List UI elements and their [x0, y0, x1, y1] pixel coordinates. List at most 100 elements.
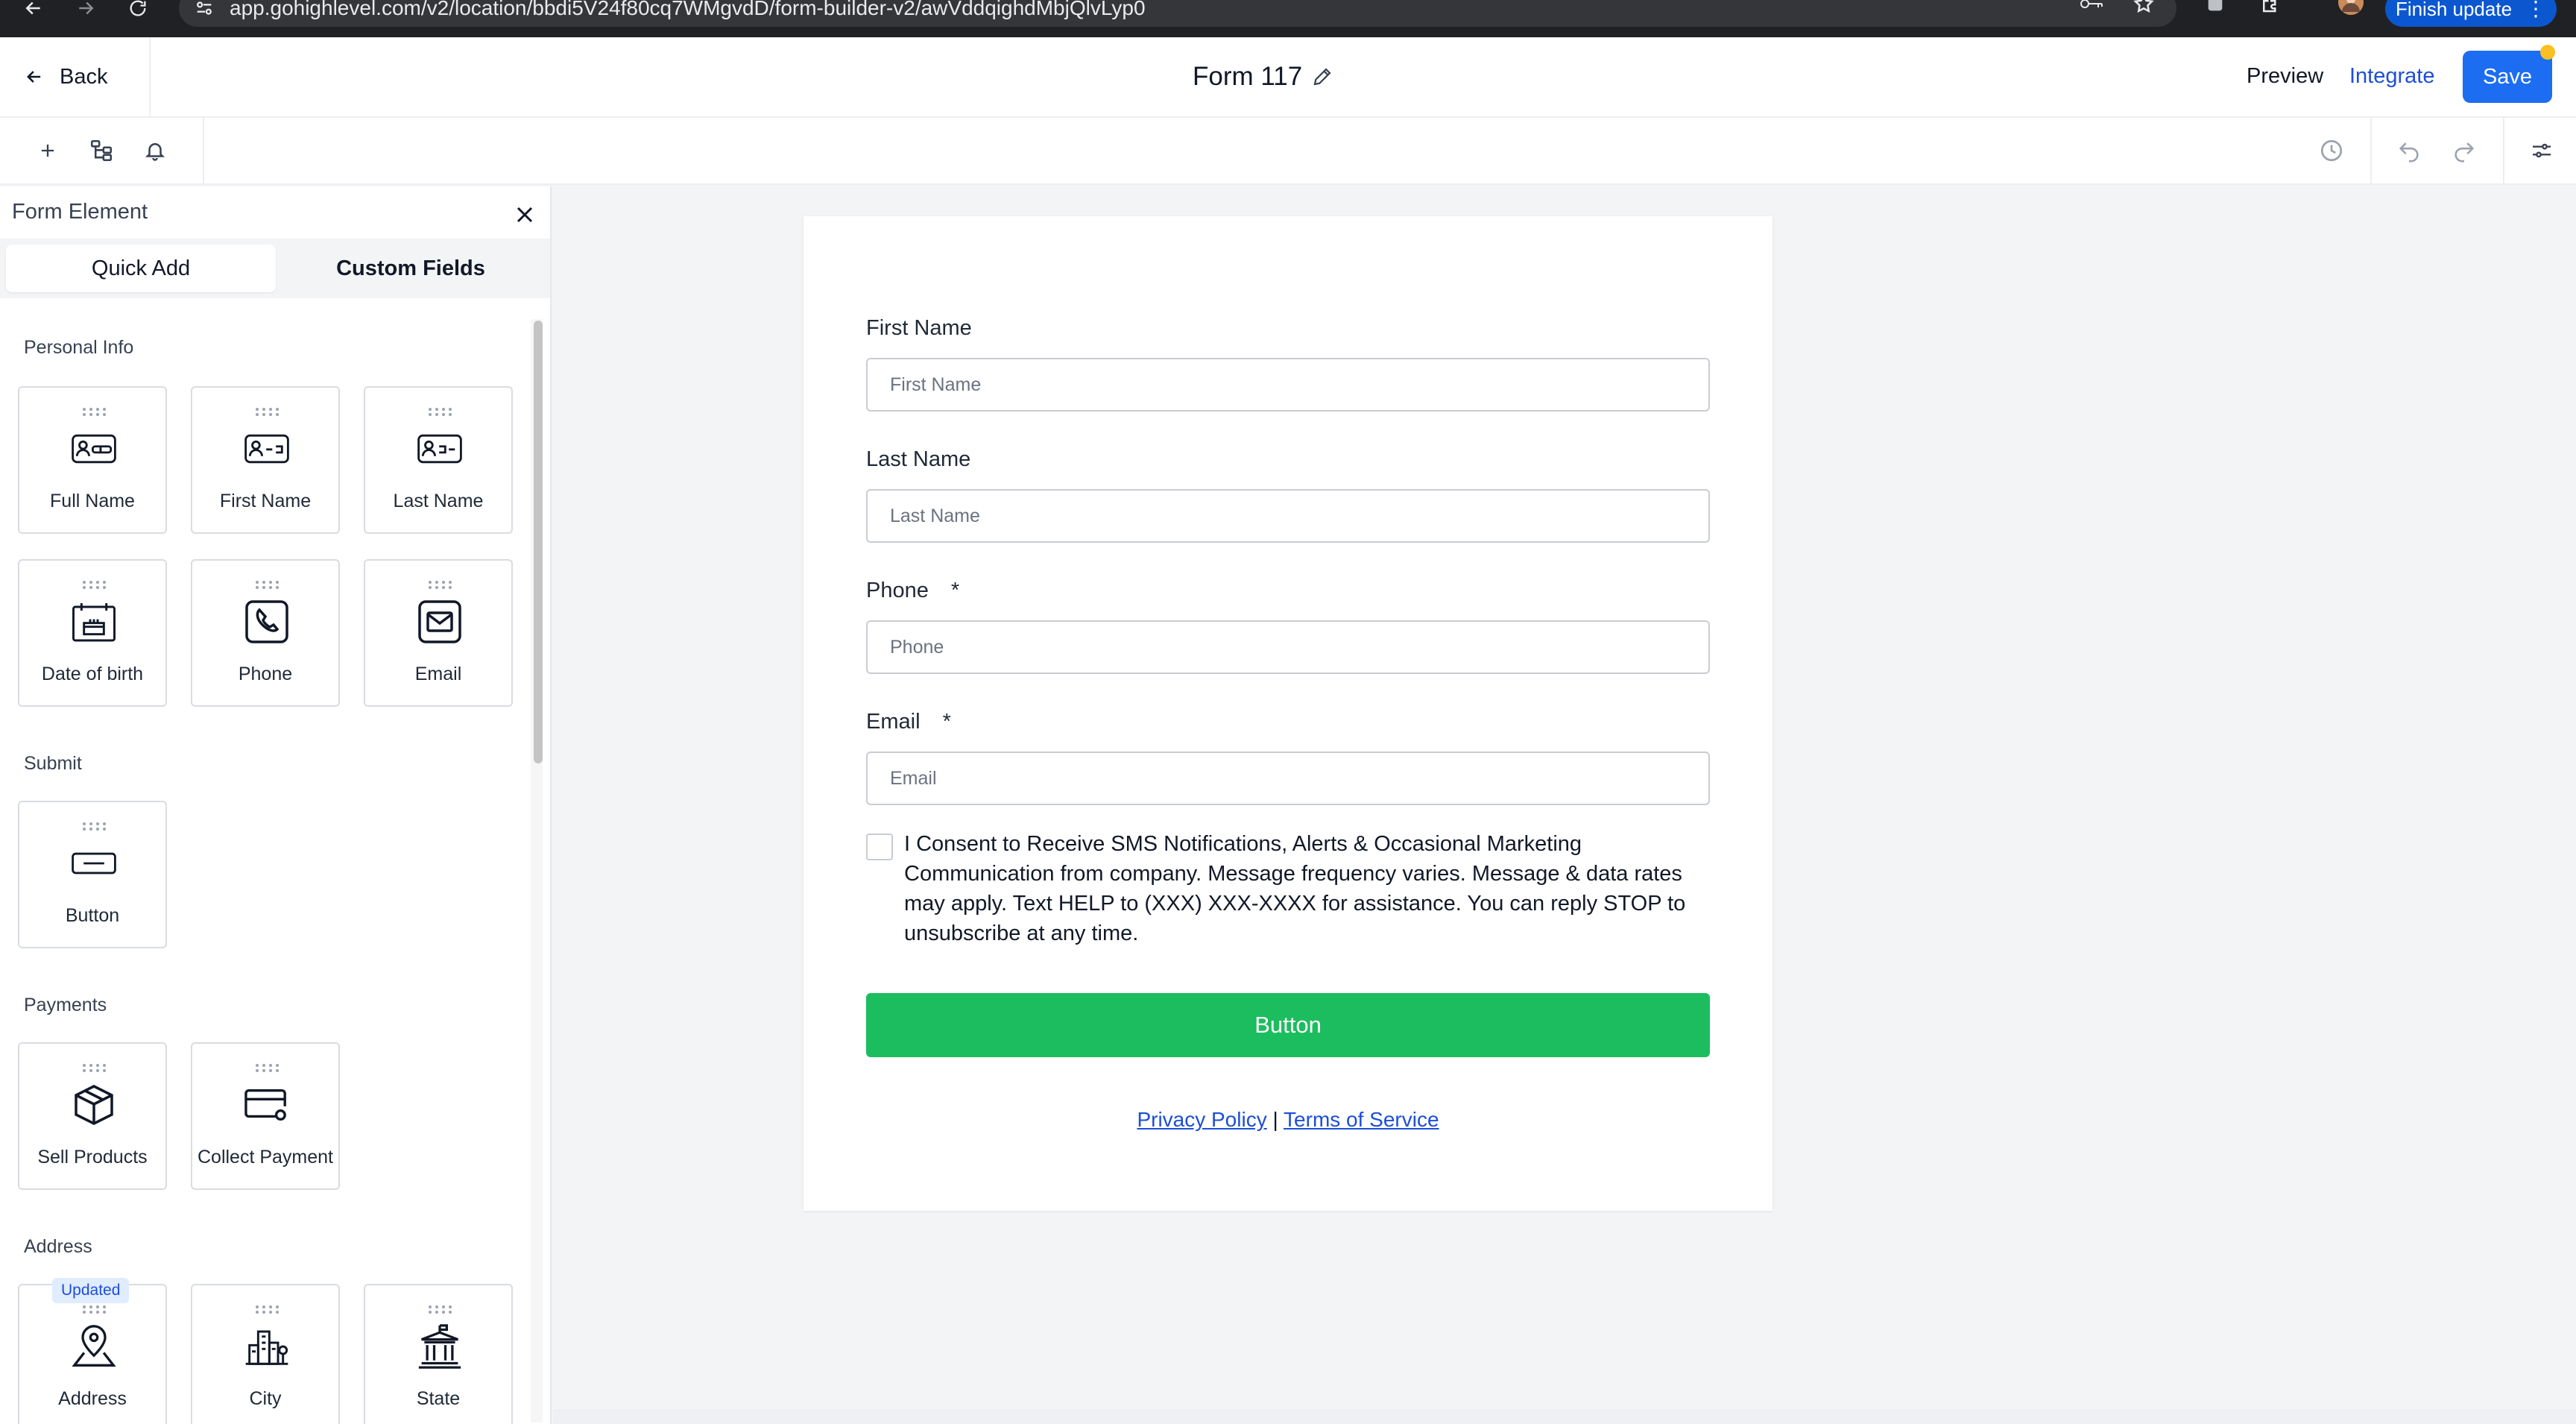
reload-icon	[130, 0, 146, 16]
phone-input[interactable]: Phone	[866, 620, 1710, 674]
input-placeholder: Last Name	[890, 505, 980, 526]
section-label-personal-info: Personal Info	[24, 337, 134, 358]
panel-title: Form Element	[12, 200, 148, 224]
input-placeholder: First Name	[890, 374, 982, 395]
password-key-icon[interactable]	[2077, 0, 2106, 15]
tile-label: Last Name	[393, 491, 484, 511]
browser-back-button[interactable]	[7, 0, 60, 27]
settings-sliders-icon[interactable]	[2527, 136, 2557, 166]
drag-handle-icon[interactable]	[428, 580, 452, 589]
element-tile-button[interactable]: Button	[18, 801, 167, 948]
drag-handle-icon[interactable]	[82, 407, 106, 416]
drag-handle-icon[interactable]	[255, 1063, 279, 1072]
integrate-button[interactable]: Integrate	[2349, 64, 2434, 89]
drag-handle-icon[interactable]	[255, 407, 279, 416]
last-name-input[interactable]: Last Name	[866, 489, 1710, 543]
save-button[interactable]: Save	[2463, 51, 2552, 103]
form-preview-card: First Name First Name Last Name Last Nam…	[804, 216, 1772, 1211]
terms-of-service-link[interactable]: Terms of Service	[1284, 1108, 1439, 1131]
full-name-icon	[72, 426, 116, 471]
drag-handle-icon[interactable]	[255, 1305, 279, 1314]
map-pin-icon	[72, 1324, 116, 1369]
phone-icon	[244, 599, 289, 644]
arrow-left-icon	[27, 71, 41, 83]
redo-icon[interactable]	[2449, 136, 2479, 166]
builder-toolbar	[0, 118, 2576, 185]
drag-handle-icon[interactable]	[82, 822, 106, 831]
tab-quick-add[interactable]: Quick Add	[6, 245, 276, 292]
section-label-address: Address	[24, 1236, 92, 1257]
card-icon	[244, 1083, 289, 1127]
drag-handle-icon[interactable]	[255, 580, 279, 589]
element-tile-date-of-birth[interactable]: Date of birth	[18, 559, 167, 707]
scrollbar-thumb[interactable]	[534, 321, 543, 763]
drag-handle-icon[interactable]	[82, 1063, 106, 1072]
element-tile-city[interactable]: City	[191, 1284, 340, 1424]
privacy-policy-link[interactable]: Privacy Policy	[1137, 1108, 1266, 1131]
app-header: Back Form 117 Preview Integrate Save	[0, 37, 2576, 118]
element-tile-state[interactable]: State	[364, 1284, 513, 1424]
section-label-submit: Submit	[24, 753, 82, 774]
field-label-first-name: First Name	[866, 316, 972, 341]
tile-label: Collect Payment	[197, 1147, 334, 1168]
panel-tabs: Quick Add Custom Fields	[0, 239, 550, 298]
input-placeholder: Email	[890, 767, 937, 789]
extension-icon[interactable]	[2202, 0, 2229, 15]
first-name-icon	[244, 426, 289, 471]
canvas-bottom-strip	[553, 1409, 2576, 1424]
element-tile-full-name[interactable]: Full Name	[18, 386, 167, 534]
puzzle-extensions-icon[interactable]	[2255, 0, 2285, 15]
site-settings-icon	[197, 1, 212, 15]
updated-badge: Updated	[52, 1278, 130, 1303]
arrow-left-icon	[25, 1, 40, 15]
tab-custom-fields[interactable]: Custom Fields	[276, 245, 546, 292]
pencil-edit-icon[interactable]	[1311, 66, 1333, 88]
drag-handle-icon[interactable]	[82, 1305, 106, 1314]
bell-icon[interactable]	[140, 136, 170, 166]
toolbar-divider	[203, 118, 204, 183]
undo-icon[interactable]	[2394, 136, 2424, 166]
history-clock-icon[interactable]	[2317, 136, 2346, 166]
tile-label: Phone	[238, 664, 293, 684]
city-icon	[244, 1324, 289, 1369]
element-tile-last-name[interactable]: Last Name	[364, 386, 513, 534]
tile-label: First Name	[219, 491, 312, 511]
profile-avatar[interactable]	[2336, 0, 2366, 15]
element-tile-address[interactable]: Updated Address	[18, 1278, 167, 1424]
label-text: First Name	[866, 316, 972, 340]
email-input[interactable]: Email	[866, 752, 1710, 805]
label-text: Phone	[866, 579, 929, 602]
tile-label: City	[249, 1388, 282, 1409]
element-tile-collect-payment[interactable]: Collect Payment	[191, 1042, 340, 1190]
tile-label: Sell Products	[37, 1147, 148, 1168]
element-tile-first-name[interactable]: First Name	[191, 386, 340, 534]
state-building-icon	[417, 1324, 462, 1369]
finish-update-button[interactable]: Finish update ⋮	[2385, 0, 2557, 27]
toolbar-divider	[2370, 118, 2372, 183]
form-title-text: Form 117	[1193, 62, 1303, 91]
drag-handle-icon[interactable]	[82, 580, 106, 589]
address-bar[interactable]: app.gohighlevel.com/v2/location/bbdi5V24…	[179, 0, 2176, 27]
back-label: Back	[60, 64, 108, 89]
drag-handle-icon[interactable]	[428, 407, 452, 416]
consent-checkbox[interactable]	[866, 834, 893, 860]
element-tile-phone[interactable]: Phone	[191, 559, 340, 707]
section-label-payments: Payments	[24, 995, 107, 1015]
element-tile-email[interactable]: Email	[364, 559, 513, 707]
add-element-icon[interactable]	[33, 136, 63, 166]
submit-button[interactable]: Button	[866, 993, 1710, 1057]
bookmark-star-icon[interactable]	[2129, 0, 2159, 15]
tile-label: State	[416, 1388, 461, 1409]
layers-tree-icon[interactable]	[86, 136, 116, 166]
field-label-phone: Phone *	[866, 579, 959, 603]
browser-forward-button[interactable]	[60, 0, 112, 27]
preview-button[interactable]: Preview	[2247, 64, 2323, 89]
element-tile-sell-products[interactable]: Sell Products	[18, 1042, 167, 1190]
close-icon[interactable]	[511, 201, 538, 228]
back-button[interactable]: Back	[0, 37, 151, 116]
browser-reload-button[interactable]	[112, 0, 164, 27]
url-text: app.gohighlevel.com/v2/location/bbdi5V24…	[230, 0, 1146, 19]
first-name-input[interactable]: First Name	[866, 358, 1710, 412]
form-title[interactable]: Form 117	[1193, 37, 1333, 116]
drag-handle-icon[interactable]	[428, 1305, 452, 1314]
